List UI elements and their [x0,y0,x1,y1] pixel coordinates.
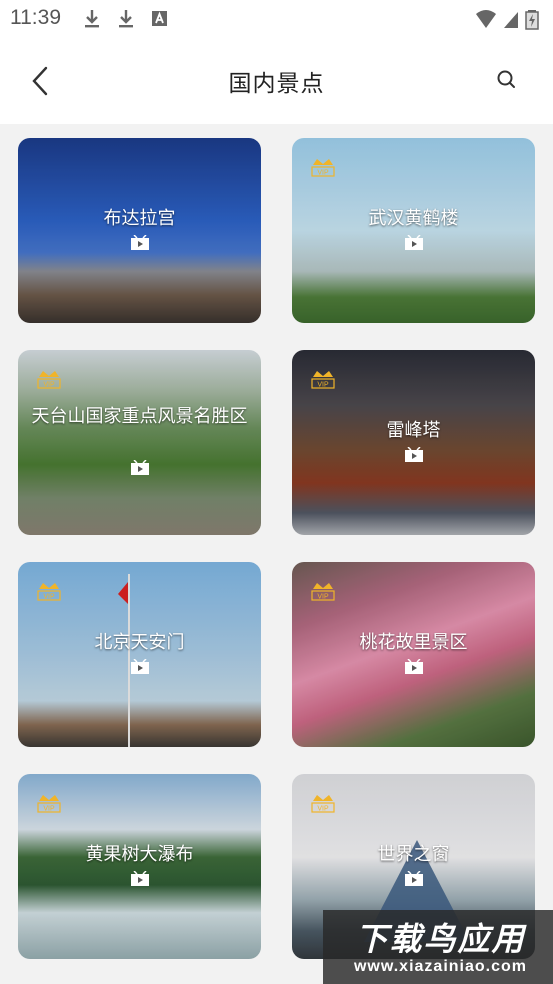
video-play-icon [131,235,149,250]
status-left-icons [82,8,170,30]
attraction-card-tiantai[interactable]: VIP 天台山国家重点风景名胜区 [18,350,261,535]
vip-label: VIP [43,382,55,389]
card-title: 世界之窗 [377,844,450,865]
vip-crown-icon: VIP [311,371,335,389]
status-time: 11:39 [10,6,61,29]
card-title: 黄果树大瀑布 [85,844,194,865]
video-play-icon [405,659,423,674]
attraction-card-tiananmen[interactable]: VIP 北京天安门 [18,562,261,747]
video-play-icon [405,447,423,462]
download-icon [82,8,102,30]
watermark-url: www.xiazainiao.com [353,958,527,975]
attraction-card-peach-blossom[interactable]: VIP 桃花故里景区 [292,562,535,747]
app-header: 国内景点 [0,38,553,124]
vip-label: VIP [317,382,329,389]
download-icon [116,8,136,30]
search-icon [497,70,515,88]
video-play-icon [131,460,149,475]
vip-label: VIP [317,594,329,601]
vip-label: VIP [317,170,329,177]
attraction-grid: 布达拉宫 VIP 武汉黄鹤楼 VIP 天台山国家重点风景名胜区 VIP 雷峰塔 … [0,124,553,984]
wifi-icon [475,9,497,33]
vip-label: VIP [43,806,55,813]
font-a-icon [150,8,170,30]
page-title: 国内景点 [228,71,325,97]
site-watermark: 下载鸟应用 www.xiazainiao.com [323,910,553,984]
vip-crown-icon: VIP [37,371,61,389]
card-title: 布达拉宫 [103,208,176,229]
card-title: 桃花故里景区 [359,632,468,653]
video-play-icon [131,659,149,674]
attraction-card-yellow-crane[interactable]: VIP 武汉黄鹤楼 [292,138,535,323]
vip-crown-icon: VIP [311,795,335,813]
attraction-card-potala[interactable]: 布达拉宫 [18,138,261,323]
battery-charging-icon [525,8,539,34]
vip-label: VIP [43,594,55,601]
vip-label: VIP [317,806,329,813]
video-play-icon [405,235,423,250]
vip-crown-icon: VIP [37,583,61,601]
card-title: 雷峰塔 [386,420,441,441]
status-bar: 11:39 [0,0,553,38]
vip-crown-icon: VIP [311,583,335,601]
attraction-card-huangguoshu[interactable]: VIP 黄果树大瀑布 [18,774,261,959]
video-play-icon [131,871,149,886]
watermark-main-text: 下载鸟应用 [355,920,526,958]
vip-crown-icon: VIP [311,159,335,177]
status-right-icons [475,8,539,34]
card-title: 北京天安门 [94,632,185,653]
signal-icon [503,9,519,33]
search-button[interactable] [495,68,517,90]
video-play-icon [405,871,423,886]
vip-crown-icon: VIP [37,795,61,813]
card-title: 武汉黄鹤楼 [368,208,459,229]
attraction-card-leifeng[interactable]: VIP 雷峰塔 [292,350,535,535]
card-title: 天台山国家重点风景名胜区 [31,406,248,427]
